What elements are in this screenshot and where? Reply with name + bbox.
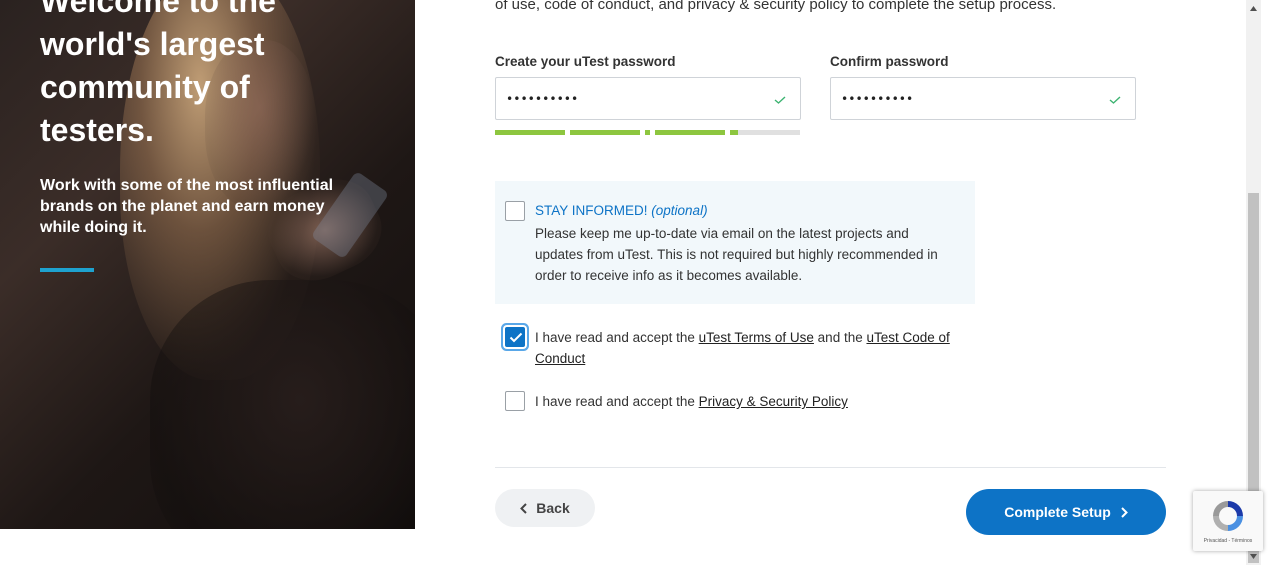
check-icon (774, 96, 786, 104)
strength-segment-empty (738, 130, 800, 135)
terms-of-use-link[interactable]: uTest Terms of Use (699, 330, 814, 345)
terms-middle: and the (813, 330, 867, 345)
recaptcha-legal[interactable]: Privacidad - Términos (1193, 538, 1263, 544)
recaptcha-badge[interactable]: Privacidad - Términos (1193, 491, 1263, 551)
chevron-right-icon (1121, 506, 1128, 518)
strength-segment (730, 130, 738, 135)
hero-accent-bar (40, 268, 94, 272)
divider (495, 467, 1166, 468)
confirm-password-input[interactable] (831, 78, 1135, 119)
strength-segment (645, 130, 650, 135)
back-button[interactable]: Back (495, 489, 595, 527)
terms-prefix: I have read and accept the (535, 330, 699, 345)
password-strength-meter (495, 130, 800, 135)
password-label: Create your uTest password (495, 54, 676, 69)
hero-subtitle: Work with some of the most influential b… (40, 177, 334, 236)
intro-text: of use, code of conduct, and privacy & s… (495, 0, 1057, 13)
terms-text: I have read and accept the uTest Terms o… (535, 327, 975, 369)
stay-informed-optional: (optional) (651, 203, 708, 218)
privacy-policy-link[interactable]: Privacy & Security Policy (699, 394, 848, 409)
stay-informed-checkbox[interactable] (505, 201, 525, 221)
password-input[interactable] (496, 78, 800, 119)
scroll-down-arrow-icon[interactable] (1249, 552, 1258, 561)
confirm-password-field-wrapper (830, 77, 1136, 120)
checkmark-icon (509, 332, 523, 343)
check-icon (1109, 96, 1121, 104)
back-button-label: Back (536, 500, 570, 516)
terms-checkbox[interactable] (505, 327, 525, 347)
privacy-prefix: I have read and accept the (535, 394, 699, 409)
chevron-left-icon (520, 502, 527, 514)
hero-panel: Welcome to the world's largest community… (0, 0, 415, 529)
complete-setup-button[interactable]: Complete Setup (966, 489, 1166, 535)
confirm-password-label: Confirm password (830, 54, 949, 69)
hero-image-body (150, 280, 415, 529)
strength-segment (655, 130, 725, 135)
stay-informed-title: STAY INFORMED! (optional) (535, 203, 708, 218)
stay-informed-heading: STAY INFORMED! (535, 203, 648, 218)
password-field-wrapper (495, 77, 801, 120)
scroll-up-arrow-icon[interactable] (1249, 4, 1258, 13)
complete-setup-label: Complete Setup (1004, 504, 1111, 520)
privacy-checkbox[interactable] (505, 391, 525, 411)
recaptcha-icon (1213, 501, 1243, 531)
strength-segment (570, 130, 640, 135)
privacy-text: I have read and accept the Privacy & Sec… (535, 391, 848, 412)
stay-informed-description: Please keep me up-to-date via email on t… (535, 226, 938, 283)
strength-segment (495, 130, 565, 135)
hero-title: Welcome to the world's largest community… (40, 0, 276, 148)
